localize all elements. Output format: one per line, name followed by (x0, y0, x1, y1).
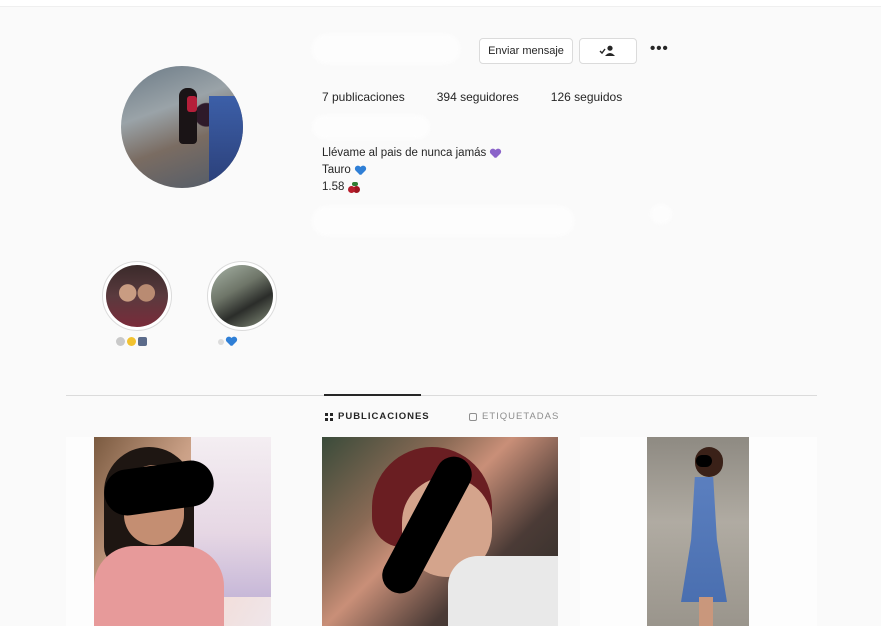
highlight-1-image (106, 265, 168, 327)
post-2-cloth (448, 556, 558, 626)
blue-heart-icon (355, 166, 366, 176)
person-check-icon (599, 45, 615, 56)
fullname-redacted (312, 115, 430, 139)
profile-avatar[interactable] (121, 66, 243, 188)
smile-emoji-icon (127, 337, 136, 346)
more-options-icon: ••• (650, 40, 669, 57)
avatar-bag (187, 96, 197, 112)
send-message-button[interactable]: Enviar mensaje (479, 38, 573, 64)
avatar-bg (209, 96, 243, 188)
bio-line-2: Tauro (322, 164, 351, 176)
bio-line-1: Llévame al pais de nunca jamás (322, 147, 487, 159)
bio: Llévame al pais de nunca jamás Tauro 1.5… (322, 145, 501, 196)
emoji-icon (116, 337, 125, 346)
censor-bar (696, 455, 712, 467)
story-highlight-1[interactable] (102, 261, 172, 331)
highlight-2-label (218, 337, 239, 347)
story-highlight-2[interactable] (207, 261, 277, 331)
tabs-divider (66, 395, 817, 396)
username-redacted (312, 34, 460, 64)
send-message-label: Enviar mensaje (488, 45, 564, 57)
post-1-shirt (94, 546, 224, 626)
figure-emoji-icon (138, 337, 147, 346)
tab-publicaciones[interactable]: PUBLICACIONES (325, 411, 430, 422)
more-options-button[interactable]: ••• (650, 40, 669, 57)
cherries-icon (348, 182, 361, 193)
active-tab-indicator (324, 394, 421, 396)
highlight-1-label (116, 337, 149, 346)
post-2[interactable] (322, 437, 558, 626)
highlight-2-image (211, 265, 273, 327)
blue-heart-emoji-icon (226, 337, 237, 347)
tab-publicaciones-label: PUBLICACIONES (338, 411, 430, 422)
post-3-pad-right (749, 437, 817, 626)
top-bar (0, 0, 881, 7)
post-3[interactable] (647, 437, 749, 626)
link-redacted (312, 206, 574, 236)
extra-redacted (650, 204, 672, 224)
post-1-pad (66, 437, 94, 626)
tag-icon (469, 412, 477, 421)
post-3-pad-left (580, 437, 647, 626)
moon-emoji-icon (218, 339, 224, 345)
tab-etiquetadas-label: ETIQUETADAS (482, 411, 560, 422)
profile-stats: 7 publicaciones 394 seguidores 126 segui… (322, 90, 622, 104)
following-count[interactable]: 126 seguidos (551, 90, 622, 104)
following-button[interactable] (579, 38, 637, 64)
bio-line-3: 1.58 (322, 181, 345, 193)
posts-count: 7 publicaciones (322, 90, 405, 104)
post-3-dress (681, 477, 727, 602)
grid-icon (325, 412, 333, 421)
tab-etiquetadas[interactable]: ETIQUETADAS (469, 411, 559, 422)
post-1[interactable] (94, 437, 271, 626)
followers-count[interactable]: 394 seguidores (437, 90, 519, 104)
purple-heart-icon (490, 149, 501, 159)
post-3-legs (699, 597, 713, 626)
